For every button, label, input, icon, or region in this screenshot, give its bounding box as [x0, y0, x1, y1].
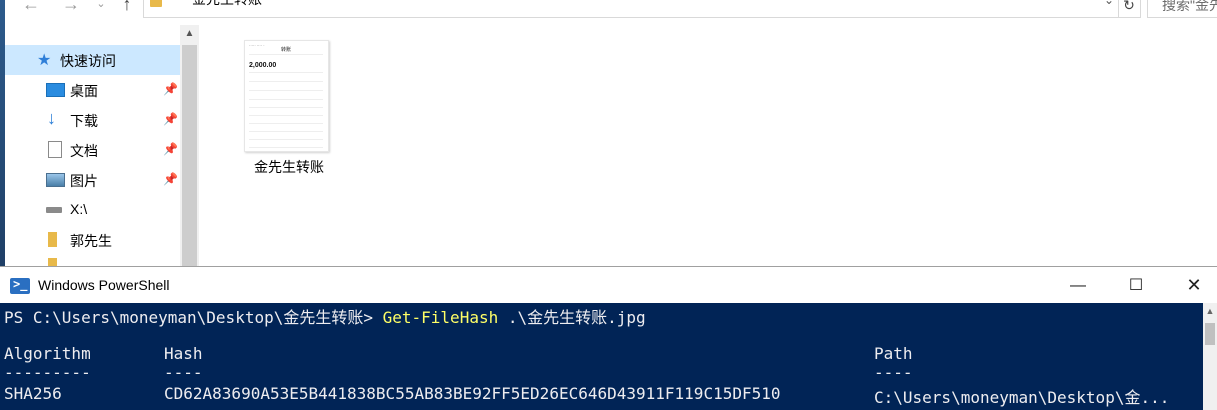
command-name: Get-FileHash — [382, 308, 499, 327]
thumbnail-amount: 2,000.00 — [249, 62, 277, 69]
table-header-algorithm: Algorithm — [4, 344, 91, 363]
address-path: 金先生转账 — [192, 0, 262, 9]
nav-item-guo[interactable]: 郭先生 — [5, 225, 180, 255]
forward-arrow-icon[interactable]: → — [61, 0, 81, 14]
thumbnail-status-bar: ····· ···· · — [249, 43, 265, 48]
scroll-up-icon[interactable]: ▲ — [180, 25, 199, 43]
scroll-up-icon[interactable]: ▲ — [1203, 303, 1217, 319]
nav-item-label: 文档 — [70, 143, 98, 159]
nav-item-label: 快速访问 — [60, 53, 116, 69]
nav-item-label: 下载 — [70, 113, 98, 129]
nav-item-quick-access[interactable]: ★ 快速访问 — [5, 45, 180, 75]
table-cell-path: C:\Users\moneyman\Desktop\金... — [874, 388, 1170, 407]
command-line: PS C:\Users\moneyman\Desktop\金先生转账> Get-… — [4, 304, 646, 328]
star-icon: ★ — [37, 52, 52, 69]
file-explorer-window: ← → ⌄ ↑ › 金先生转账 ⌄ ↻ 搜索"金先 ★ 快速访问 桌面 📌 ↓ … — [0, 0, 1217, 270]
table-header-hash: Hash — [164, 344, 203, 363]
nav-item-label: X:\ — [70, 201, 88, 217]
minimize-icon[interactable]: — — [1055, 267, 1101, 304]
prompt-text: PS C:\Users\moneyman\Desktop\金先生转账> — [4, 308, 383, 327]
pin-icon[interactable]: 📌 — [163, 112, 178, 126]
navigation-pane: ★ 快速访问 桌面 📌 ↓ 下载 📌 文档 📌 图片 📌 X:\ 郭先生 — [5, 18, 180, 270]
command-argument: .\金先生转账.jpg — [498, 308, 646, 327]
up-arrow-icon[interactable]: ↑ — [117, 0, 137, 14]
address-bar-row: ← → ⌄ ↑ › 金先生转账 ⌄ ↻ 搜索"金先 — [5, 0, 1217, 18]
nav-item-desktop[interactable]: 桌面 📌 — [5, 75, 180, 105]
powershell-title-bar[interactable]: >_ Windows PowerShell — ☐ ✕ — [0, 266, 1217, 304]
pictures-icon — [46, 173, 65, 187]
address-dropdown-icon[interactable]: ⌄ — [1104, 0, 1114, 7]
table-separator: ---- — [164, 363, 203, 382]
pin-icon[interactable]: 📌 — [163, 172, 178, 186]
powershell-icon: >_ — [10, 277, 30, 294]
nav-item-label: 郭先生 — [70, 233, 112, 249]
nav-pane-scrollbar[interactable]: ▲ — [180, 25, 199, 270]
search-placeholder: 搜索"金先 — [1162, 0, 1217, 13]
nav-item-pictures[interactable]: 图片 📌 — [5, 165, 180, 195]
thumbnail-header: 转账 — [281, 47, 292, 53]
console-output[interactable]: PS C:\Users\moneyman\Desktop\金先生转账> Get-… — [0, 303, 1217, 410]
table-cell-algorithm: SHA256 — [4, 384, 62, 403]
scrollbar-thumb[interactable] — [182, 45, 197, 270]
table-separator: --------- — [4, 363, 91, 382]
folder-icon — [48, 232, 57, 247]
close-icon[interactable]: ✕ — [1171, 267, 1217, 304]
download-icon: ↓ — [47, 108, 56, 128]
folder-icon — [150, 0, 162, 7]
nav-item-downloads[interactable]: ↓ 下载 📌 — [5, 105, 180, 135]
table-header-path: Path — [874, 344, 913, 363]
desktop-icon — [46, 83, 65, 97]
pin-icon[interactable]: 📌 — [163, 82, 178, 96]
maximize-icon[interactable]: ☐ — [1113, 267, 1159, 304]
scrollbar-thumb[interactable] — [1205, 323, 1215, 345]
powershell-window: >_ Windows PowerShell — ☐ ✕ PS C:\Users\… — [0, 266, 1217, 410]
back-arrow-icon[interactable]: ← — [21, 0, 41, 14]
search-input[interactable]: 搜索"金先 — [1147, 0, 1217, 18]
nav-item-label: 图片 — [70, 173, 98, 189]
nav-item-x-drive[interactable]: X:\ — [5, 195, 180, 225]
file-thumbnail[interactable]: ····· ···· · 转账 2,000.00 — [244, 40, 329, 152]
address-bar[interactable]: › 金先生转账 ⌄ — [143, 0, 1119, 18]
console-scrollbar[interactable]: ▲ — [1203, 303, 1217, 410]
table-cell-hash: CD62A83690A53E5B441838BC55AB83BE92FF5ED2… — [164, 384, 781, 403]
recent-locations-chevron-icon[interactable]: ⌄ — [91, 0, 111, 14]
window-title: Windows PowerShell — [38, 277, 170, 293]
network-drive-icon — [46, 207, 62, 213]
table-separator: ---- — [874, 363, 913, 382]
nav-item-documents[interactable]: 文档 📌 — [5, 135, 180, 165]
document-icon — [48, 141, 62, 158]
breadcrumb-chevron-icon[interactable]: › — [166, 0, 170, 2]
refresh-icon[interactable]: ↻ — [1118, 0, 1141, 18]
pin-icon[interactable]: 📌 — [163, 142, 178, 156]
nav-item-label: 桌面 — [70, 83, 98, 99]
file-name-label[interactable]: 金先生转账 — [244, 157, 334, 177]
